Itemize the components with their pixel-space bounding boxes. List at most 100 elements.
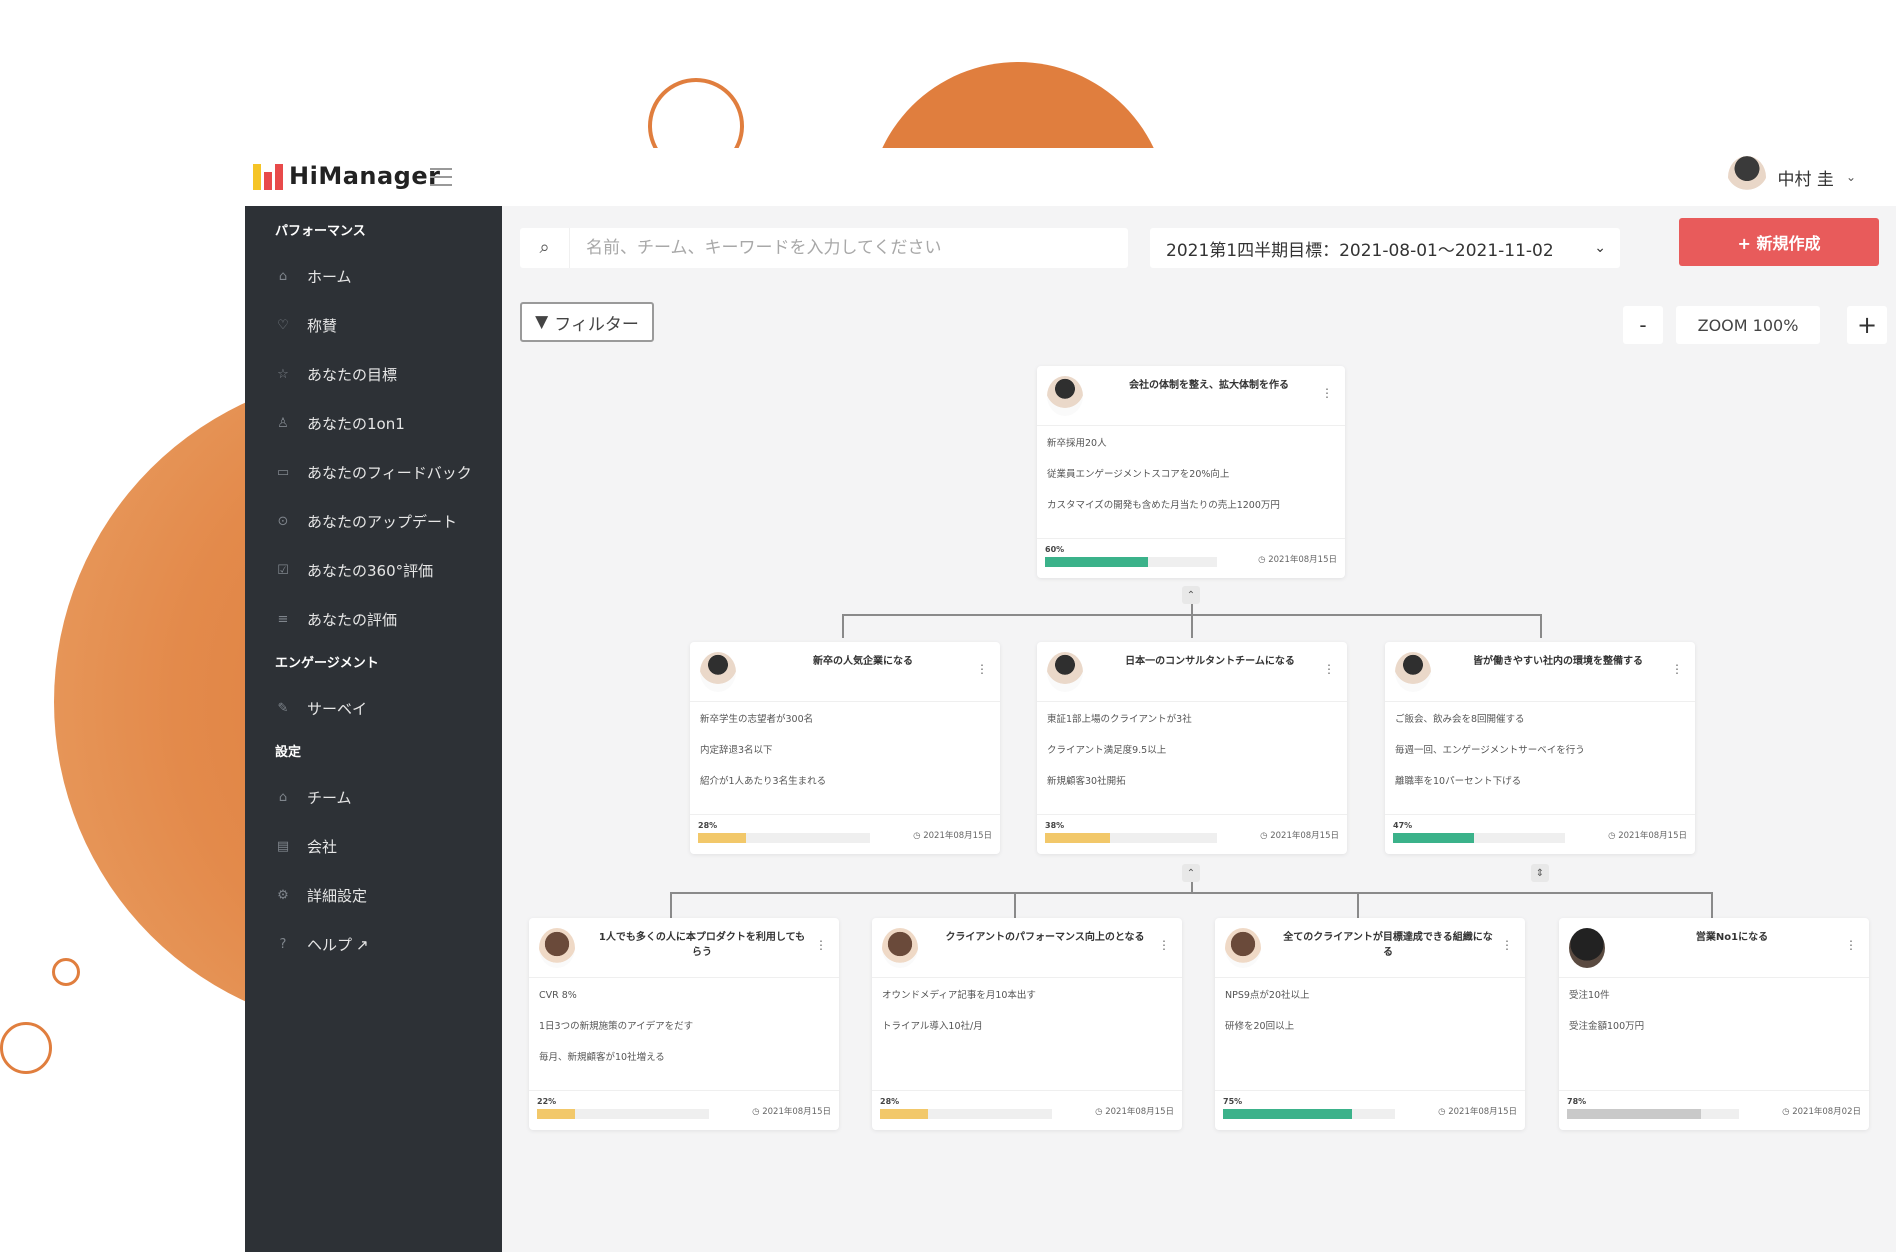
goal-card[interactable]: 1人でも多くの人に本プロダクトを利用してもらう ⋮ CVR 8% 1日3つの新規施策の…: [529, 918, 839, 1130]
goal-title: 1人でも多くの人に本プロダクトを利用してもらう: [598, 932, 806, 958]
sidebar-item-label: サーベイ: [307, 700, 368, 718]
goal-card-header: 皆が働きやすい社内の環境を整備する ⋮: [1385, 642, 1695, 702]
sidebar-item[interactable]: ⊙ あなたのアップデート: [245, 497, 502, 546]
sidebar-item[interactable]: ☆ あなたの目標: [245, 350, 502, 399]
progress-bar: [698, 833, 870, 843]
progress-percent: 38%: [1045, 821, 1065, 830]
more-menu-icon[interactable]: ⋮: [1845, 938, 1857, 952]
building-icon: ▤: [276, 839, 290, 854]
tree-connector: [842, 614, 844, 638]
zoom-out-button[interactable]: -: [1623, 306, 1663, 344]
progress-bar-fill: [1567, 1109, 1702, 1119]
key-result: 離職率を10パーセント下げる: [1395, 776, 1522, 787]
progress-bar: [1045, 557, 1217, 567]
sidebar-item[interactable]: ⌂ チーム: [245, 773, 502, 822]
edit-icon: ✎: [277, 701, 289, 716]
sidebar-item[interactable]: ♡ 称賛: [245, 301, 502, 350]
avatar: [1047, 652, 1083, 692]
goal-card[interactable]: 日本一のコンサルタントチームになる ⋮ 東証1部上場のクライアントが3社 クライアント…: [1037, 642, 1347, 854]
sidebar-item[interactable]: ✎ サーベイ: [245, 684, 502, 733]
goal-card[interactable]: 全てのクライアントが目標達成できる組織になる ⋮ NPS9点が20社以上 研修を20回…: [1215, 918, 1525, 1130]
more-menu-icon[interactable]: ⋮: [976, 662, 988, 676]
goal-card-footer: 60% ◷ 2021年08月15日: [1037, 538, 1345, 578]
zoom-in-button[interactable]: +: [1847, 306, 1887, 344]
goal-card-footer: 75% ◷ 2021年08月15日: [1215, 1090, 1525, 1130]
filter-icon: ▼: [535, 312, 549, 332]
collapse-toggle-icon[interactable]: ⌃: [1182, 586, 1200, 604]
due-date: ◷ 2021年08月02日: [1782, 1107, 1861, 1117]
more-menu-icon[interactable]: ⋮: [1671, 662, 1683, 676]
sidebar-item[interactable]: ⚙ 詳細設定: [245, 871, 502, 920]
goal-card-header: 営業No1になる ⋮: [1559, 918, 1869, 978]
key-result: 新規顧客30社開拓: [1047, 776, 1126, 787]
sidebar-item[interactable]: ☑ あなたの360°評価: [245, 546, 502, 595]
chevron-down-icon: ⌄: [1594, 240, 1606, 256]
goal-card[interactable]: 営業No1になる ⋮ 受注10件 受注金額100万円 78% ◷ 2021年08月02日: [1559, 918, 1869, 1130]
goal-title: 皆が働きやすい社内の環境を整備する: [1473, 656, 1643, 667]
more-menu-icon[interactable]: ⋮: [1158, 938, 1170, 952]
zoom-level: ZOOM 100%: [1676, 306, 1820, 344]
goal-card[interactable]: 会社の体制を整え、拡大体制を作る ⋮ 新卒採用20人 従業員エンゲージメントスコアを2…: [1037, 366, 1345, 578]
key-result: オウンドメディア記事を月10本出す: [882, 990, 1036, 1001]
sidebar-item[interactable]: ⌂ ホーム: [245, 252, 502, 301]
tree-connector: [1014, 892, 1016, 918]
more-menu-icon[interactable]: ⋮: [1321, 386, 1333, 400]
due-date: ◷ 2021年08月15日: [1608, 831, 1687, 841]
goal-card[interactable]: 皆が働きやすい社内の環境を整備する ⋮ ご飯会、飲み会を8回開催する 毎週一回、エンゲ…: [1385, 642, 1695, 854]
sidebar-item-label: あなたの評価: [307, 611, 398, 629]
key-result: カスタマイズの開発も含めた月当たりの売上1200万円: [1047, 500, 1280, 511]
sidebar-section-title: 設定: [275, 745, 302, 760]
tree-connector: [1191, 614, 1193, 638]
logo[interactable]: HiManager: [253, 162, 440, 190]
key-result: CVR 8%: [539, 990, 577, 1001]
users-icon: ♙: [277, 416, 289, 431]
key-result: NPS9点が20社以上: [1225, 990, 1310, 1001]
goal-card[interactable]: クライアントのパフォーマンス向上のとなる ⋮ オウンドメディア記事を月10本出す トラ…: [872, 918, 1182, 1130]
sidebar-item[interactable]: ▤ 会社: [245, 822, 502, 871]
key-result: ご飯会、飲み会を8回開催する: [1395, 714, 1525, 725]
sidebar-item[interactable]: ? ヘルプ ↗: [245, 920, 502, 969]
sidebar-item[interactable]: ▭ あなたのフィードバック: [245, 448, 502, 497]
user-menu[interactable]: 中村 圭 ⌄: [1727, 156, 1856, 198]
key-result: トライアル導入10社/月: [882, 1021, 983, 1032]
avatar: [1047, 376, 1083, 416]
page: HiManager 中村 圭 ⌄ パフォーマンス ⌂ ホーム ♡ 称賛 ☆ あなたの目標 ♙ あ…: [0, 0, 1896, 1252]
avatar: [1395, 652, 1431, 692]
progress-bar: [537, 1109, 709, 1119]
goal-card-header: 新卒の人気企業になる ⋮: [690, 642, 1000, 702]
gears-icon: ⚙: [277, 888, 289, 903]
search-icon[interactable]: ⌕: [520, 228, 570, 268]
goal-card-footer: 28% ◷ 2021年08月15日: [872, 1090, 1182, 1130]
sidebar-item-label: チーム: [307, 789, 352, 807]
key-results: 新卒学生の志望者が300名 内定辞退3名以下 紹介が1人あたり3名生まれる: [690, 702, 1000, 797]
filter-button[interactable]: ▼ フィルター: [520, 302, 654, 342]
due-date: ◷ 2021年08月15日: [1438, 1107, 1517, 1117]
more-menu-icon[interactable]: ⋮: [1501, 938, 1513, 952]
avatar: [1225, 928, 1261, 968]
avatar: [539, 928, 575, 968]
period-select[interactable]: 2021第1四半期目標：2021-08-01〜2021-11-02 ⌄: [1150, 228, 1620, 268]
goal-card[interactable]: 新卒の人気企業になる ⋮ 新卒学生の志望者が300名 内定辞退3名以下 紹介が1人あたり…: [690, 642, 1000, 854]
new-goal-button[interactable]: + 新規作成: [1679, 218, 1879, 266]
key-result: 1日3つの新規施策のアイデアをだす: [539, 1021, 694, 1032]
collapse-toggle-icon[interactable]: ⌃: [1182, 864, 1200, 882]
team-icon: ⌂: [278, 790, 288, 805]
menu-toggle-icon[interactable]: [430, 168, 452, 186]
key-results: 新卒採用20人 従業員エンゲージメントスコアを20%向上 カスタマイズの開発も含めた…: [1037, 426, 1345, 521]
external-link-icon: ↗: [356, 935, 369, 954]
key-result: 内定辞退3名以下: [700, 745, 773, 756]
collapse-toggle-icon[interactable]: ⇕: [1531, 864, 1549, 882]
sidebar-item[interactable]: ≡ あなたの評価: [245, 595, 502, 644]
more-menu-icon[interactable]: ⋮: [815, 938, 827, 952]
more-menu-icon[interactable]: ⋮: [1323, 662, 1335, 676]
sidebar-item[interactable]: ♙ あなたの1on1: [245, 399, 502, 448]
main-content: ⌕ 2021第1四半期目標：2021-08-01〜2021-11-02 ⌄ + …: [502, 206, 1896, 1252]
goal-card-header: 会社の体制を整え、拡大体制を作る ⋮: [1037, 366, 1345, 426]
progress-percent: 28%: [698, 821, 718, 830]
key-result: 紹介が1人あたり3名生まれる: [700, 776, 827, 787]
goal-title: 営業No1になる: [1695, 932, 1769, 943]
key-result: 毎月、新規顧客が10社増える: [539, 1052, 665, 1063]
goal-card-header: クライアントのパフォーマンス向上のとなる ⋮: [872, 918, 1182, 978]
due-date: ◷ 2021年08月15日: [913, 831, 992, 841]
search-input[interactable]: [570, 228, 1128, 268]
